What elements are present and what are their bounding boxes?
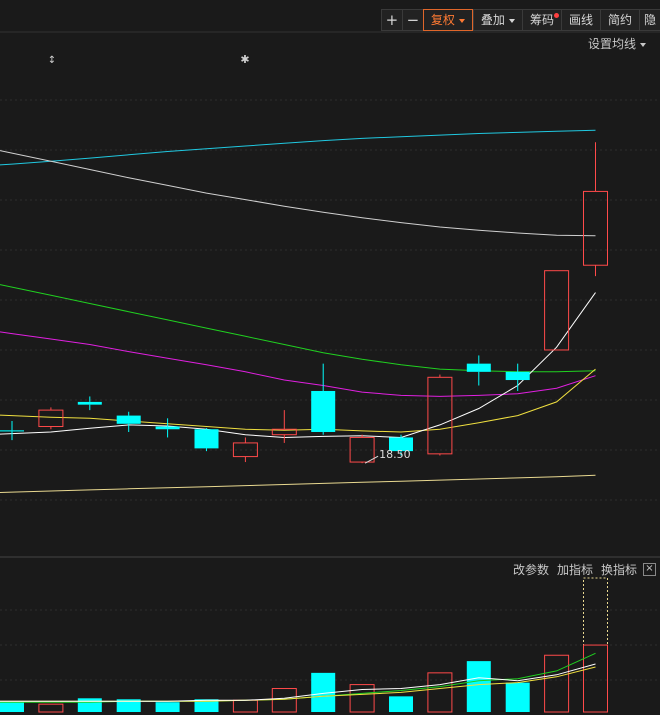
- ma5-line: [0, 292, 596, 439]
- up-down-marker-icon: ↕: [48, 55, 56, 66]
- ma20-line: [0, 331, 596, 397]
- candle-body-down: [77, 401, 102, 405]
- ma-lines: [0, 129, 596, 493]
- low-price-label: 18.50: [379, 448, 411, 461]
- volume-bar-up: [271, 688, 297, 713]
- star-marker-icon: ✱: [240, 53, 249, 66]
- candles: [0, 142, 608, 464]
- volume-bar-up: [349, 684, 375, 713]
- kline-chart[interactable]: ↕ ✱ 18.50: [0, 0, 660, 715]
- volume-bar-down: [505, 682, 530, 712]
- volume-bar-up: [583, 644, 608, 713]
- ma250-line: [0, 474, 596, 493]
- volume-bar-up: [38, 703, 64, 713]
- candle-body-up: [583, 190, 608, 266]
- volume-bar-down: [155, 702, 180, 712]
- candle-body-down: [155, 426, 180, 430]
- volume-bar-down: [389, 696, 413, 712]
- volume-bar-up: [232, 699, 258, 713]
- candle-body-down: [466, 363, 491, 372]
- candle-body-up: [427, 376, 453, 455]
- volume-bar-up: [544, 654, 570, 713]
- volume-bar-down: [77, 698, 102, 712]
- candle-body-up: [38, 409, 64, 428]
- volume-bar-down: [0, 702, 24, 712]
- ma30-line: [0, 284, 596, 373]
- candle-body-down: [194, 429, 219, 449]
- volume-bar-down: [466, 661, 491, 712]
- volume-bar-up: [427, 672, 453, 713]
- ma120-line: [0, 129, 596, 166]
- ma60-line: [0, 150, 596, 237]
- candle-body-down: [0, 430, 24, 432]
- candle-body-down: [311, 390, 336, 432]
- candle-body-down: [505, 371, 530, 381]
- candle-body-up: [544, 270, 570, 351]
- chart-grid: [0, 31, 660, 681]
- candle-body-down: [116, 415, 141, 424]
